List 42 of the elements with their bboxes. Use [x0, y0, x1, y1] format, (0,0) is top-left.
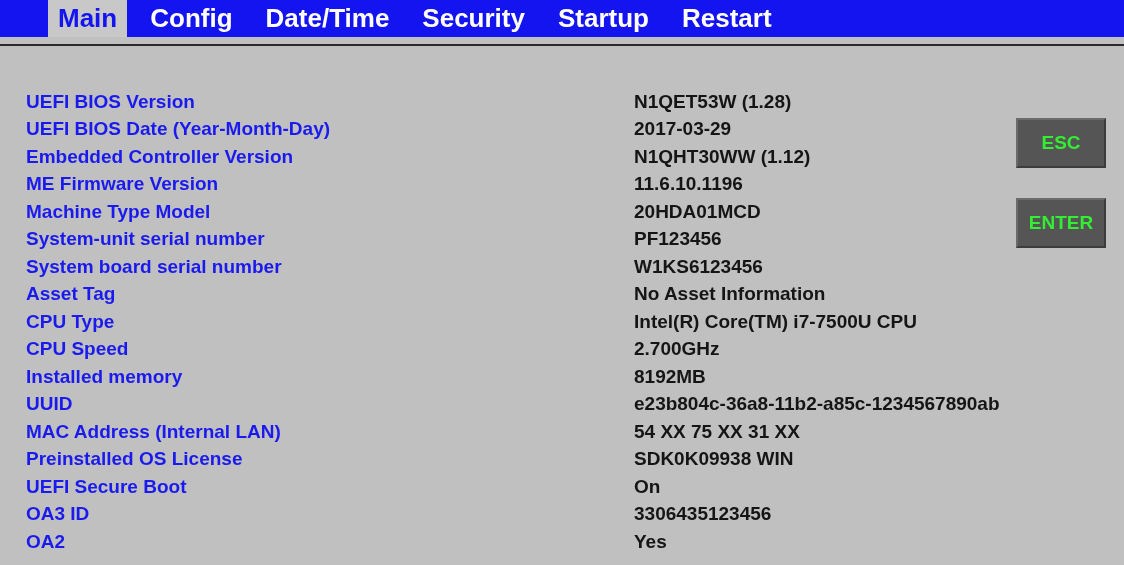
menu-tab[interactable]: Config [140, 0, 243, 37]
field-value: 20HDA01MCD [634, 200, 762, 223]
menu-tab[interactable]: Date/Time [255, 0, 400, 37]
menu-tab[interactable]: Main [48, 0, 128, 37]
field-label: Preinstalled OS License [26, 448, 244, 471]
field-value: N1QET53W (1.28) [634, 90, 793, 113]
field-value: No Asset Information [634, 283, 827, 306]
field-label: OA2 [26, 530, 67, 553]
field-value: e23b804c-36a8-11b2-a85c-1234567890ab [634, 393, 1001, 416]
field-label: Machine Type Model [26, 200, 212, 223]
field-value: On [634, 475, 662, 498]
field-value: Intel(R) Core(TM) i7-7500U CPU [634, 310, 918, 333]
key-button[interactable]: ENTER [1016, 198, 1106, 248]
field-value: W1KS6123456 [634, 255, 764, 278]
field-label: MAC Address (Internal LAN) [26, 420, 282, 443]
field-value: PF123456 [634, 228, 723, 251]
field-label: UEFI Secure Boot [26, 475, 188, 498]
field-label: Embedded Controller Version [26, 145, 295, 168]
field-label: System board serial number [26, 255, 283, 278]
field-label: UEFI BIOS Date (Year-Month-Day) [26, 118, 332, 141]
menu-tab[interactable]: Restart [671, 0, 782, 37]
field-label: UUID [26, 393, 74, 416]
field-value: 8192MB [634, 365, 707, 388]
key-button[interactable]: ESC [1016, 118, 1106, 168]
menu-tab[interactable]: Startup [547, 0, 659, 37]
field-value: Yes [634, 530, 668, 553]
field-label: CPU Type [26, 310, 116, 333]
field-label: OA3 ID [26, 503, 91, 526]
field-label: System-unit serial number [26, 228, 266, 251]
field-value: 2017-03-29 [634, 118, 733, 141]
field-value: 3306435123456 [634, 503, 773, 526]
menu-tab[interactable]: Security [412, 0, 535, 37]
field-value: 11.6.10.1196 [634, 173, 744, 196]
field-label: Installed memory [26, 365, 184, 388]
field-label: UEFI BIOS Version [26, 90, 196, 113]
field-label: Asset Tag [26, 283, 117, 306]
field-label: CPU Speed [26, 338, 130, 361]
field-value: SDK0K09938 WIN [634, 448, 795, 471]
field-value: N1QHT30WW (1.12) [634, 145, 812, 168]
field-value: 2.700GHz [634, 338, 721, 361]
field-value: 54 XX 75 XX 31 XX [634, 420, 801, 443]
field-label: ME Firmware Version [26, 173, 220, 196]
